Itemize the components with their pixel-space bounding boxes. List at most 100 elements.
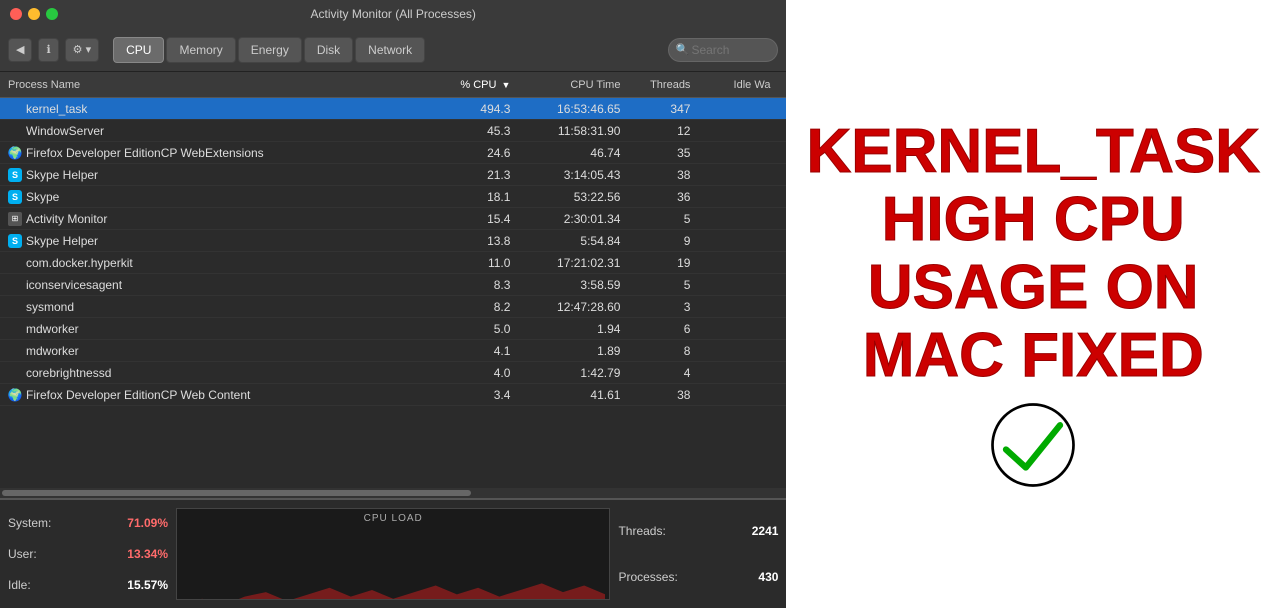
tab-bar: CPU Memory Energy Disk Network bbox=[113, 37, 425, 63]
col-process-name: Process Name bbox=[8, 79, 438, 91]
stat-threads: Threads: 2241 bbox=[618, 524, 778, 538]
table-row[interactable]: corebrightnessd 4.0 1:42.79 4 bbox=[0, 362, 786, 384]
table-row[interactable]: sysmond 8.2 12:47:28.60 3 bbox=[0, 296, 786, 318]
processes-label: Processes: bbox=[618, 570, 677, 584]
scroll-thumb[interactable] bbox=[2, 490, 471, 496]
search-wrapper: 🔍 bbox=[668, 38, 778, 62]
table-body: kernel_task 494.3 16:53:46.65 347 Window… bbox=[0, 98, 786, 488]
process-name: SSkype Helper bbox=[8, 234, 438, 248]
cpu-time: 12:47:28.60 bbox=[518, 300, 628, 314]
table-row[interactable]: com.docker.hyperkit 11.0 17:21:02.31 19 bbox=[0, 252, 786, 274]
process-name: kernel_task bbox=[8, 102, 438, 116]
firefox-icon: 🌍 bbox=[8, 388, 22, 402]
process-name: sysmond bbox=[8, 300, 438, 314]
tab-disk[interactable]: Disk bbox=[304, 37, 353, 63]
col-cpu-time[interactable]: CPU Time bbox=[518, 79, 628, 91]
threads: 12 bbox=[628, 124, 698, 138]
firefox-icon: 🌍 bbox=[8, 146, 22, 160]
back-button[interactable]: ◀ bbox=[8, 38, 32, 62]
default-icon bbox=[8, 278, 22, 292]
threads: 8 bbox=[628, 344, 698, 358]
skype-icon: S bbox=[8, 190, 22, 204]
activity-monitor-icon: ⊞ bbox=[8, 212, 22, 226]
tab-energy[interactable]: Energy bbox=[238, 37, 302, 63]
skype-icon: S bbox=[8, 168, 22, 182]
cpu-percent: 8.2 bbox=[438, 300, 518, 314]
default-icon bbox=[8, 344, 22, 358]
threads: 3 bbox=[628, 300, 698, 314]
activity-monitor-window: Activity Monitor (All Processes) ◀ ℹ ⚙ ▾… bbox=[0, 0, 786, 608]
headline-line4: MAC FIXED bbox=[863, 322, 1204, 390]
process-name: WindowServer bbox=[8, 124, 438, 138]
threads: 4 bbox=[628, 366, 698, 380]
table-row[interactable]: 🌍Firefox Developer EditionCP Web Content… bbox=[0, 384, 786, 406]
cpu-percent: 11.0 bbox=[438, 256, 518, 270]
cpu-time: 41.61 bbox=[518, 388, 628, 402]
horizontal-scrollbar[interactable] bbox=[0, 488, 786, 498]
cpu-time: 2:30:01.34 bbox=[518, 212, 628, 226]
cpu-percent: 4.1 bbox=[438, 344, 518, 358]
maximize-button[interactable] bbox=[46, 8, 58, 20]
cpu-stats-right: Threads: 2241 Processes: 430 bbox=[618, 508, 778, 600]
chart-area bbox=[181, 526, 605, 600]
traffic-lights bbox=[10, 8, 58, 20]
chart-title: CPU LOAD bbox=[364, 513, 423, 524]
table-row[interactable]: mdworker 4.1 1.89 8 bbox=[0, 340, 786, 362]
chart-svg bbox=[181, 526, 605, 600]
cpu-percent: 45.3 bbox=[438, 124, 518, 138]
user-value: 13.34% bbox=[127, 547, 168, 561]
right-panel: KERNEL_TASK HIGH CPU USAGE ON MAC FIXED bbox=[786, 0, 1280, 608]
col-threads[interactable]: Threads bbox=[628, 79, 698, 91]
table-row[interactable]: mdworker 5.0 1.94 6 bbox=[0, 318, 786, 340]
chart-system-area bbox=[181, 583, 605, 600]
threads: 347 bbox=[628, 102, 698, 116]
col-cpu[interactable]: % CPU ▼ bbox=[438, 79, 518, 91]
gear-button[interactable]: ⚙ ▾ bbox=[65, 38, 99, 62]
default-icon bbox=[8, 322, 22, 336]
cpu-time: 46.74 bbox=[518, 146, 628, 160]
cpu-percent: 8.3 bbox=[438, 278, 518, 292]
cpu-time: 1.89 bbox=[518, 344, 628, 358]
cpu-percent: 24.6 bbox=[438, 146, 518, 160]
table-row[interactable]: SSkype 18.1 53:22.56 36 bbox=[0, 186, 786, 208]
minimize-button[interactable] bbox=[28, 8, 40, 20]
toolbar: ◀ ℹ ⚙ ▾ CPU Memory Energy Disk Network 🔍 bbox=[0, 28, 786, 72]
threads-value: 2241 bbox=[752, 524, 779, 538]
table-row[interactable]: SSkype Helper 21.3 3:14:05.43 38 bbox=[0, 164, 786, 186]
cpu-percent: 3.4 bbox=[438, 388, 518, 402]
cpu-time: 5:54.84 bbox=[518, 234, 628, 248]
process-name: com.docker.hyperkit bbox=[8, 256, 438, 270]
process-table: Process Name % CPU ▼ CPU Time Threads Id… bbox=[0, 72, 786, 498]
process-name: 🌍Firefox Developer EditionCP Web Content bbox=[8, 388, 438, 402]
table-row[interactable]: iconservicesagent 8.3 3:58.59 5 bbox=[0, 274, 786, 296]
cpu-percent: 13.8 bbox=[438, 234, 518, 248]
table-row[interactable]: kernel_task 494.3 16:53:46.65 347 bbox=[0, 98, 786, 120]
close-button[interactable] bbox=[10, 8, 22, 20]
table-row[interactable]: ⊞Activity Monitor 15.4 2:30:01.34 5 bbox=[0, 208, 786, 230]
table-row[interactable]: 🌍Firefox Developer EditionCP WebExtensio… bbox=[0, 142, 786, 164]
default-icon bbox=[8, 102, 22, 116]
tab-cpu[interactable]: CPU bbox=[113, 37, 164, 63]
threads: 6 bbox=[628, 322, 698, 336]
tab-memory[interactable]: Memory bbox=[166, 37, 235, 63]
tab-network[interactable]: Network bbox=[355, 37, 425, 63]
headline-line2: HIGH CPU bbox=[882, 186, 1185, 254]
info-button[interactable]: ℹ bbox=[38, 38, 58, 62]
table-row[interactable]: WindowServer 45.3 11:58:31.90 12 bbox=[0, 120, 786, 142]
cpu-time: 17:21:02.31 bbox=[518, 256, 628, 270]
idle-label: Idle: bbox=[8, 578, 31, 592]
processes-value: 430 bbox=[758, 570, 778, 584]
default-icon bbox=[8, 124, 22, 138]
stat-processes: Processes: 430 bbox=[618, 570, 778, 584]
threads: 36 bbox=[628, 190, 698, 204]
back-icon: ◀ bbox=[16, 43, 24, 56]
stats-bar: System: 71.09% User: 13.34% Idle: 15.57%… bbox=[0, 498, 786, 608]
sort-arrow: ▼ bbox=[502, 80, 511, 90]
threads: 38 bbox=[628, 388, 698, 402]
system-value: 71.09% bbox=[127, 516, 168, 530]
process-name: SSkype Helper bbox=[8, 168, 438, 182]
table-row[interactable]: SSkype Helper 13.8 5:54.84 9 bbox=[0, 230, 786, 252]
cpu-percent: 15.4 bbox=[438, 212, 518, 226]
col-idle-wake[interactable]: Idle Wa bbox=[698, 79, 778, 91]
process-name: corebrightnessd bbox=[8, 366, 438, 380]
